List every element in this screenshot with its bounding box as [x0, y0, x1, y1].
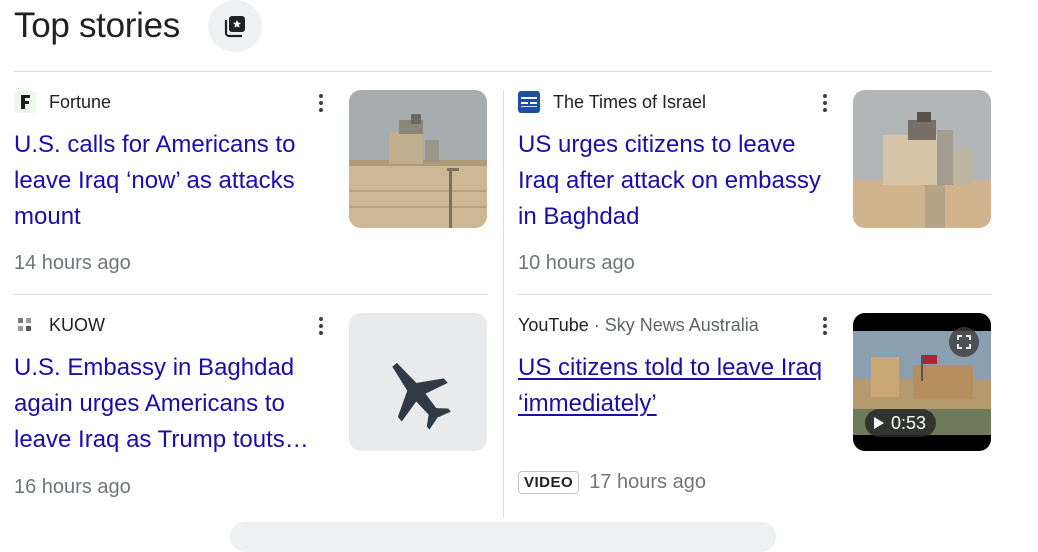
row-divider-left	[14, 294, 488, 295]
source-separator: ·	[593, 314, 600, 335]
story-time: 10 hours ago	[518, 252, 635, 274]
full-coverage-icon	[224, 16, 245, 38]
story-card[interactable]: KUOW U.S. Embassy in Baghdad again urges…	[14, 313, 492, 513]
source-name: KUOW	[49, 314, 105, 335]
story-source: KUOW	[14, 313, 105, 337]
source-name: YouTube	[518, 314, 589, 335]
video-duration: 0:53	[891, 412, 927, 433]
story-headline[interactable]: US citizens told to leave Iraq ‘immediat…	[518, 350, 828, 422]
times-of-israel-logo-icon	[518, 91, 540, 113]
source-name: Fortune	[49, 91, 112, 112]
story-thumbnail[interactable]	[349, 313, 487, 451]
play-duration-chip[interactable]: 0:53	[865, 409, 937, 437]
story-time: 17 hours ago	[589, 471, 706, 493]
story-headline[interactable]: US urges citizens to leave Iraq after at…	[518, 127, 828, 235]
more-options-button[interactable]	[815, 92, 835, 114]
video-thumbnail[interactable]: 0:53	[853, 313, 991, 451]
source-name: The Times of Israel	[553, 91, 707, 112]
story-source: Fortune	[14, 90, 111, 114]
full-coverage-button[interactable]	[208, 0, 262, 52]
story-source: YouTube · Sky News Australia	[518, 313, 759, 337]
video-badge: VIDEO	[518, 471, 580, 494]
expand-icon	[957, 335, 971, 349]
header-divider	[14, 71, 992, 72]
fortune-logo-icon	[14, 91, 36, 113]
story-card[interactable]: The Times of Israel US urges citizens to…	[518, 90, 996, 290]
row-divider-right	[518, 294, 992, 295]
story-thumbnail[interactable]	[349, 90, 487, 228]
section-title: Top stories	[14, 6, 180, 45]
story-card[interactable]: Fortune U.S. calls for Americans to leav…	[14, 90, 492, 290]
more-options-button[interactable]	[815, 315, 835, 337]
story-card[interactable]: YouTube · Sky News Australia US citizens…	[518, 313, 996, 513]
more-options-button[interactable]	[311, 315, 331, 337]
expand-button[interactable]	[949, 327, 979, 357]
more-options-button[interactable]	[311, 92, 331, 114]
more-news-button[interactable]	[230, 522, 776, 552]
story-time: 14 hours ago	[14, 252, 131, 274]
story-time: 16 hours ago	[14, 476, 131, 498]
story-thumbnail[interactable]	[853, 90, 991, 228]
kuow-logo-icon	[14, 314, 36, 336]
story-meta: VIDEO 17 hours ago	[518, 471, 706, 494]
column-divider	[503, 90, 504, 518]
play-icon	[874, 417, 884, 429]
channel-name: Sky News Australia	[604, 314, 759, 335]
story-headline[interactable]: U.S. calls for Americans to leave Iraq ‘…	[14, 127, 324, 235]
story-source: The Times of Israel	[518, 90, 706, 114]
story-headline[interactable]: U.S. Embassy in Baghdad again urges Amer…	[14, 350, 324, 458]
